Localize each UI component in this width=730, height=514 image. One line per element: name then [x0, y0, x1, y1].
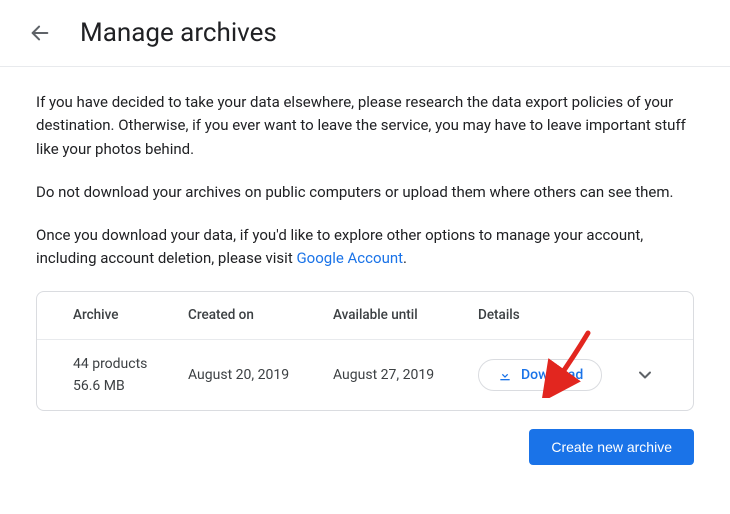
download-button[interactable]: Download [478, 359, 602, 391]
details-cell: Download [478, 359, 657, 391]
header-bar: Manage archives [0, 0, 730, 67]
footer-actions: Create new archive [0, 411, 730, 465]
download-label: Download [521, 367, 583, 383]
col-header-details: Details [478, 307, 657, 323]
col-header-details-label: Details [478, 307, 520, 323]
archive-products: 44 products [73, 356, 188, 372]
google-account-link[interactable]: Google Account [296, 249, 403, 267]
content-area: If you have decided to take your data el… [0, 67, 730, 411]
table-row: 44 products 56.6 MB August 20, 2019 Augu… [37, 340, 693, 410]
created-cell: August 20, 2019 [188, 367, 333, 383]
intro-p3-suffix: . [403, 249, 407, 267]
expand-button[interactable] [633, 363, 657, 387]
archives-table: Archive Created on Available until Detai… [36, 291, 694, 411]
table-header-row: Archive Created on Available until Detai… [37, 292, 693, 340]
arrow-left-icon [29, 22, 51, 44]
intro-paragraph-2: Do not download your archives on public … [36, 181, 694, 204]
chevron-down-icon [635, 365, 655, 385]
download-icon [497, 367, 513, 383]
available-cell: August 27, 2019 [333, 367, 478, 383]
create-archive-button[interactable]: Create new archive [529, 429, 694, 465]
archive-cell: 44 products 56.6 MB [73, 356, 188, 394]
archive-size: 56.6 MB [73, 378, 188, 394]
col-header-available: Available until [333, 307, 478, 323]
intro-paragraph-1: If you have decided to take your data el… [36, 91, 694, 161]
col-header-archive: Archive [73, 307, 188, 323]
intro-paragraph-3: Once you download your data, if you'd li… [36, 224, 694, 271]
back-button[interactable] [28, 21, 52, 45]
col-header-created: Created on [188, 307, 333, 323]
page-title: Manage archives [80, 18, 277, 48]
